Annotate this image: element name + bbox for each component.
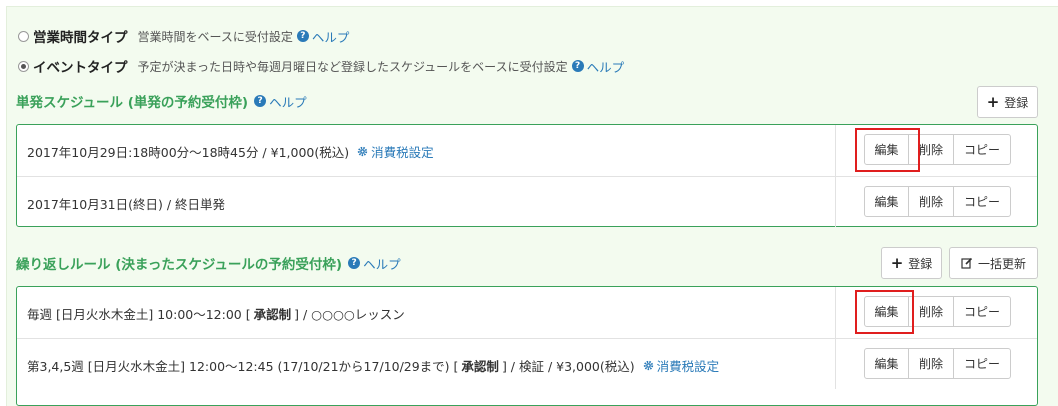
row-actions: 編集 削除 コピー bbox=[835, 125, 1038, 176]
edit-button[interactable]: 編集 bbox=[864, 134, 909, 165]
section-title: 単発スケジュール (単発の予約受付枠) bbox=[16, 95, 249, 111]
schedule-text: 2017年10月29日:18時00分～18時45分 / ¥1,000(税込) 消… bbox=[27, 142, 434, 161]
radio-business-hours[interactable] bbox=[18, 30, 29, 42]
radio-description: 営業時間をベースに受付設定 bbox=[137, 29, 293, 44]
plus-icon: + bbox=[986, 93, 1000, 111]
radio-label: イベントタイプ bbox=[33, 60, 128, 76]
question-circle-icon: ? bbox=[254, 95, 267, 107]
pencil-square-icon bbox=[961, 257, 973, 269]
copy-button[interactable]: コピー bbox=[953, 296, 1011, 327]
edit-button[interactable]: 編集 bbox=[864, 348, 909, 379]
row-action-group: 編集 削除 コピー bbox=[864, 348, 1011, 379]
bulk-update-button[interactable]: 一括更新 bbox=[949, 247, 1038, 279]
delete-button[interactable]: 削除 bbox=[908, 134, 954, 165]
row-action-group: 編集 削除 コピー bbox=[864, 296, 1011, 327]
section-title: 繰り返しルール (決まったスケジュールの予約受付枠) bbox=[16, 257, 343, 273]
radio-event[interactable] bbox=[18, 60, 29, 72]
edit-button[interactable]: 編集 bbox=[864, 186, 909, 217]
question-circle-icon: ? bbox=[296, 30, 309, 42]
recurring-rules-table: 毎週 [日月火水木金土] 10:00～12:00 [承認制] / ○○○○レッス… bbox=[16, 286, 1038, 406]
question-circle-icon: ? bbox=[571, 60, 584, 72]
gear-icon bbox=[357, 146, 368, 157]
radio-label: 営業時間タイプ bbox=[33, 30, 128, 46]
single-register-button[interactable]: + 登録 bbox=[977, 86, 1038, 118]
schedule-text: 2017年10月31日(終日) / 終日単発 bbox=[27, 197, 226, 212]
rule-text: 毎週 [日月火水木金土] 10:00～12:00 [承認制] / ○○○○レッス… bbox=[27, 307, 405, 322]
tax-settings-link[interactable]: 消費税設定 bbox=[357, 142, 434, 161]
copy-button[interactable]: コピー bbox=[953, 186, 1011, 217]
reception-type-event[interactable]: イベントタイプ 予定が決まった日時や毎週月曜日など登録したスケジュールをベースに… bbox=[18, 56, 624, 76]
help-link[interactable]: ? ヘルプ bbox=[348, 254, 401, 273]
question-circle-icon: ? bbox=[348, 257, 361, 269]
plus-icon: + bbox=[890, 254, 904, 272]
rule-text: 第3,4,5週 [日月火水木金土] 12:00～12:45 (17/10/21か… bbox=[27, 356, 719, 375]
table-row: 毎週 [日月火水木金土] 10:00～12:00 [承認制] / ○○○○レッス… bbox=[17, 287, 1037, 338]
copy-button[interactable]: コピー bbox=[953, 134, 1011, 165]
row-action-group: 編集 削除 コピー bbox=[864, 186, 1011, 217]
row-action-group: 編集 削除 コピー bbox=[864, 134, 1011, 165]
row-actions: 編集 削除 コピー bbox=[835, 287, 1038, 338]
copy-button[interactable]: コピー bbox=[953, 348, 1011, 379]
table-row: 第3,4,5週 [日月火水木金土] 12:00～12:45 (17/10/21か… bbox=[17, 338, 1037, 389]
row-actions: 編集 削除 コピー bbox=[835, 339, 1038, 389]
help-link[interactable]: ? ヘルプ bbox=[254, 92, 307, 111]
radio-description: 予定が決まった日時や毎週月曜日など登録したスケジュールをベースに受付設定 bbox=[137, 59, 568, 74]
delete-button[interactable]: 削除 bbox=[908, 186, 954, 217]
row-actions: 編集 削除 コピー bbox=[835, 177, 1038, 227]
delete-button[interactable]: 削除 bbox=[908, 348, 954, 379]
single-schedule-heading: 単発スケジュール (単発の予約受付枠) ? ヘルプ bbox=[16, 91, 307, 112]
recurring-rules-heading: 繰り返しルール (決まったスケジュールの予約受付枠) ? ヘルプ bbox=[16, 253, 401, 274]
table-row: 2017年10月29日:18時00分～18時45分 / ¥1,000(税込) 消… bbox=[17, 125, 1037, 176]
help-link[interactable]: ? ヘルプ bbox=[296, 27, 349, 46]
delete-button[interactable]: 削除 bbox=[908, 296, 954, 327]
table-row: 2017年10月31日(終日) / 終日単発 編集 削除 コピー bbox=[17, 176, 1037, 227]
help-link[interactable]: ? ヘルプ bbox=[571, 57, 624, 76]
single-schedule-table: 2017年10月29日:18時00分～18時45分 / ¥1,000(税込) 消… bbox=[16, 124, 1038, 227]
edit-button[interactable]: 編集 bbox=[864, 296, 909, 327]
reception-type-business-hours[interactable]: 営業時間タイプ 営業時間をベースに受付設定 ? ヘルプ bbox=[18, 26, 349, 46]
gear-icon bbox=[643, 360, 653, 371]
recurring-register-button[interactable]: + 登録 bbox=[881, 247, 942, 279]
tax-settings-link[interactable]: 消費税設定 bbox=[643, 356, 719, 375]
